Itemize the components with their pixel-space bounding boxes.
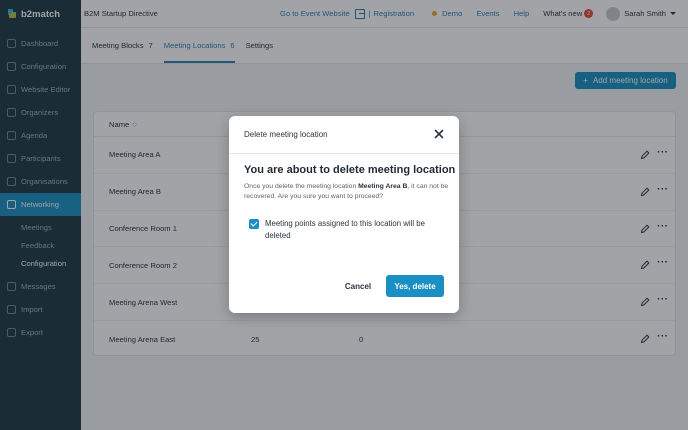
confirm-delete-button[interactable]: Yes, delete: [386, 275, 444, 297]
location-name: Meeting Area B: [358, 183, 408, 190]
message-part: Once you delete the meeting location: [244, 183, 359, 190]
dialog-message: Once you delete the meeting location Mee…: [244, 182, 449, 202]
delete-points-option[interactable]: Meeting points assigned to this location…: [249, 218, 449, 242]
close-icon[interactable]: [433, 128, 445, 140]
dialog-title: You are about to delete meeting location: [244, 164, 456, 176]
checkbox-label: Meeting points assigned to this location…: [265, 219, 425, 240]
dialog-header-title: Delete meeting location: [244, 130, 328, 139]
dialog-header: Delete meeting location: [229, 116, 459, 154]
delete-location-dialog: Delete meeting location You are about to…: [229, 116, 459, 313]
cancel-button[interactable]: Cancel: [337, 275, 379, 297]
delete-points-checkbox[interactable]: [249, 219, 259, 229]
